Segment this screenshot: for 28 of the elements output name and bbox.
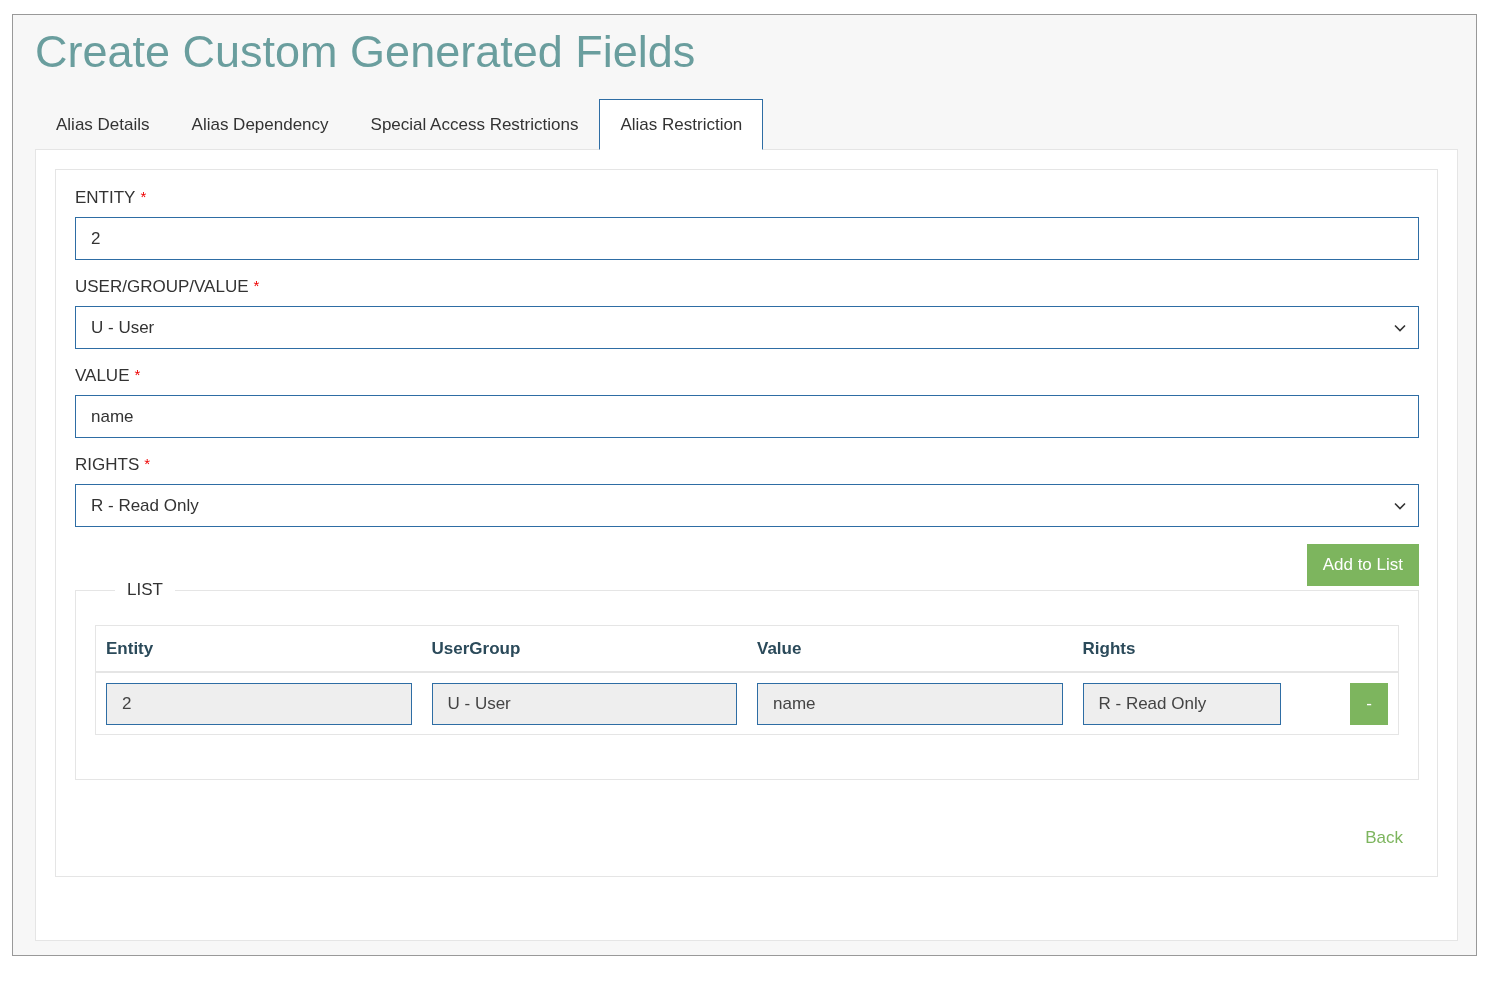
column-header: Entity <box>105 638 155 659</box>
chevron-down-icon <box>1394 323 1406 332</box>
column-header: UserGroup <box>430 638 522 659</box>
readonly-field[interactable]: R - Read Only <box>1082 682 1281 725</box>
tab[interactable]: Special Access Restrictions <box>349 99 600 150</box>
tab[interactable]: Alias Restriction <box>599 99 764 150</box>
required-mark: * <box>144 455 151 474</box>
required-mark: * <box>140 188 147 207</box>
dropdown-field[interactable]: U - User <box>75 306 1419 349</box>
required-mark: * <box>134 366 141 385</box>
list-legend: LIST <box>115 580 175 600</box>
input-field[interactable]: 2 <box>75 217 1419 260</box>
field-label: ENTITY <box>75 188 136 208</box>
page-title: Create Custom Generated Fields <box>35 25 697 78</box>
readonly-field[interactable]: name <box>757 682 1063 725</box>
readonly-field[interactable]: 2 <box>106 682 412 725</box>
column-header: Rights <box>1081 638 1137 659</box>
field-label: VALUE <box>75 366 130 386</box>
readonly-field[interactable]: U - User <box>431 682 737 725</box>
column-header: Value <box>756 638 803 659</box>
field-label: USER/GROUP/VALUE <box>75 277 249 297</box>
input-field[interactable]: name <box>75 395 1419 438</box>
required-mark: * <box>253 277 260 296</box>
tab[interactable]: Alias Details <box>35 99 171 150</box>
dropdown-field[interactable]: R - Read Only <box>75 484 1419 527</box>
chevron-down-icon <box>1394 501 1406 510</box>
tab[interactable]: Alias Dependency <box>170 99 350 150</box>
field-label: RIGHTS <box>75 455 140 475</box>
